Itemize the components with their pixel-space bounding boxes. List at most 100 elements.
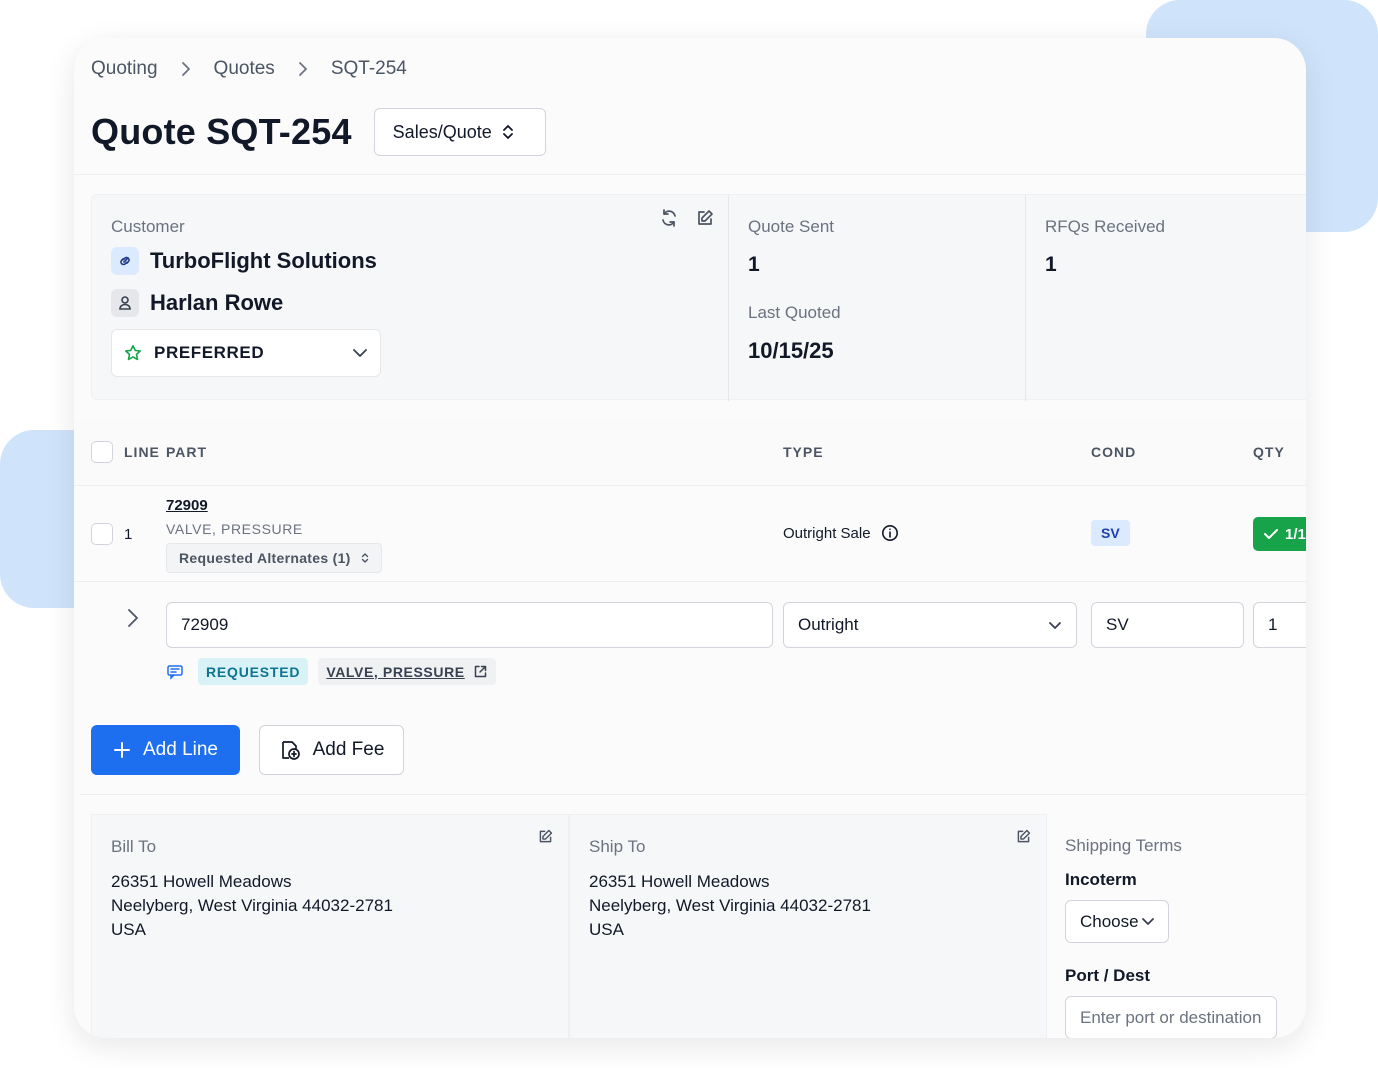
quantity-input[interactable]: 1 (1253, 602, 1306, 648)
info-icon[interactable] (881, 524, 899, 542)
chevron-down-icon (1048, 621, 1062, 630)
add-line-label: Add Line (142, 739, 218, 760)
star-icon (124, 344, 142, 362)
quote-sent-label: Quote Sent (748, 217, 835, 236)
divider (80, 794, 1306, 795)
person-icon (111, 289, 139, 317)
summary-panel: Customer TurboFlight Solutions Harlan Ro… (91, 194, 1306, 401)
breadcrumb-quoting[interactable]: Quoting (91, 58, 158, 80)
condition-badge: SV (1091, 520, 1130, 546)
check-icon (1263, 528, 1279, 540)
requested-alternates-label: Requested Alternates (1) (179, 550, 351, 566)
bill-to-address: 26351 Howell Meadows Neelyberg, West Vir… (111, 870, 393, 942)
quantity-badge[interactable]: 1/1 (1253, 517, 1306, 551)
shipping-terms-label: Shipping Terms (1065, 836, 1182, 855)
part-number-input-value: 72909 (181, 615, 229, 634)
bill-to-line1: 26351 Howell Meadows (111, 872, 292, 891)
part-number-input[interactable]: 72909 (166, 602, 773, 648)
chat-icon[interactable] (166, 664, 184, 680)
breadcrumb-current: SQT-254 (330, 58, 407, 79)
fee-icon (279, 739, 301, 761)
shipping-terms-section: Shipping Terms Incoterm Choose Port / De… (1047, 814, 1306, 1038)
quantity-input-value: 1 (1268, 615, 1278, 634)
quantity-value: 1/1 (1285, 525, 1306, 543)
plus-icon (113, 741, 131, 759)
customer-label: Customer (111, 217, 185, 236)
bill-to-label: Bill To (111, 837, 157, 856)
quote-card: Quoting Quotes SQT-254 Quote SQT-254 Sal… (74, 38, 1306, 1038)
add-fee-label: Add Fee (312, 739, 385, 760)
breadcrumb: Quoting Quotes SQT-254 (91, 58, 407, 80)
chevron-up-down-icon (502, 123, 514, 141)
rfqs-label: RFQs Received (1045, 217, 1165, 236)
title-row: Quote SQT-254 Sales/Quote (91, 108, 546, 156)
add-line-button[interactable]: Add Line (91, 725, 240, 775)
requested-alternates-button[interactable]: Requested Alternates (1) (166, 543, 382, 573)
incoterm-label: Incoterm (1065, 870, 1137, 889)
sale-type-value: Outright (798, 615, 859, 634)
column-header-type[interactable]: TYPE (783, 444, 824, 460)
incoterm-value: Choose (1080, 911, 1139, 931)
part-number-link[interactable]: 72909 (166, 497, 208, 514)
bill-to-line3: USA (111, 920, 146, 939)
customer-contact[interactable]: Harlan Rowe (150, 290, 283, 316)
customer-company[interactable]: TurboFlight Solutions (150, 248, 377, 274)
type-cell: Outright Sale (783, 524, 899, 542)
sale-type-select[interactable]: Outright (783, 602, 1077, 648)
edit-icon[interactable] (1012, 825, 1034, 847)
chevron-right-icon (180, 61, 192, 77)
ship-to-line2: Neelyberg, West Virginia 44032-2781 (589, 896, 871, 915)
link-icon (111, 247, 139, 275)
select-all-checkbox[interactable] (91, 441, 113, 463)
customer-tier: PREFERRED (154, 343, 265, 362)
line-number: 1 (124, 526, 133, 543)
ship-to-address: 26351 Howell Meadows Neelyberg, West Vir… (589, 870, 871, 942)
part-link-tag[interactable]: VALVE, PRESSURE (318, 658, 496, 685)
column-header-line[interactable]: LINE (124, 444, 160, 460)
condition-input[interactable]: SV (1091, 602, 1244, 648)
customer-section: Customer TurboFlight Solutions Harlan Ro… (92, 195, 729, 401)
table-row[interactable]: 1 72909 VALVE, PRESSURE Requested Altern… (74, 486, 1306, 582)
column-header-qty[interactable]: QTY (1253, 444, 1285, 460)
chevron-up-down-icon (361, 552, 369, 564)
row-checkbox[interactable] (91, 523, 113, 545)
type-value: Outright Sale (783, 524, 871, 542)
chevron-down-icon (352, 348, 368, 358)
part-link-label: VALVE, PRESSURE (326, 663, 465, 680)
quote-type-value: Sales/Quote (392, 121, 492, 142)
external-link-icon (473, 664, 488, 679)
edit-icon[interactable] (534, 825, 556, 847)
breadcrumb-quotes[interactable]: Quotes (214, 58, 275, 80)
refresh-icon[interactable] (658, 207, 680, 229)
customer-actions (658, 207, 716, 229)
divider (74, 174, 1306, 175)
ship-to-section: Ship To 26351 Howell Meadows Neelyberg, … (569, 814, 1047, 1038)
bill-to-section: Bill To 26351 Howell Meadows Neelyberg, … (91, 814, 569, 1038)
chevron-down-icon (1141, 917, 1155, 926)
quote-sent-value: 1 (748, 253, 760, 276)
chevron-right-icon[interactable] (126, 608, 140, 628)
page-title: Quote SQT-254 (91, 111, 352, 152)
quote-type-select[interactable]: Sales/Quote (373, 108, 546, 156)
condition-input-value: SV (1106, 615, 1129, 634)
port-dest-input[interactable] (1065, 996, 1277, 1038)
ship-to-label: Ship To (589, 837, 646, 856)
port-dest-label: Port / Dest (1065, 966, 1151, 985)
rfqs-value: 1 (1045, 253, 1057, 276)
last-quoted-label: Last Quoted (748, 303, 841, 322)
edit-icon[interactable] (694, 207, 716, 229)
incoterm-select[interactable]: Choose (1065, 900, 1169, 943)
last-quoted-value: 10/15/25 (748, 338, 834, 363)
table-header: LINE PART TYPE COND QTY (74, 420, 1306, 486)
status-tag: REQUESTED (198, 658, 309, 685)
bill-to-line2: Neelyberg, West Virginia 44032-2781 (111, 896, 393, 915)
ship-to-line3: USA (589, 920, 624, 939)
quote-stats: Quote Sent 1 Last Quoted 10/15/25 (729, 195, 1026, 401)
customer-contact-row: Harlan Rowe (111, 289, 283, 317)
column-header-part[interactable]: PART (166, 444, 207, 460)
add-fee-button[interactable]: Add Fee (259, 725, 404, 775)
column-header-cond[interactable]: COND (1091, 444, 1136, 460)
line-tags: REQUESTED VALVE, PRESSURE (166, 658, 496, 685)
customer-tier-select[interactable]: PREFERRED (111, 329, 381, 377)
ship-to-line1: 26351 Howell Meadows (589, 872, 770, 891)
